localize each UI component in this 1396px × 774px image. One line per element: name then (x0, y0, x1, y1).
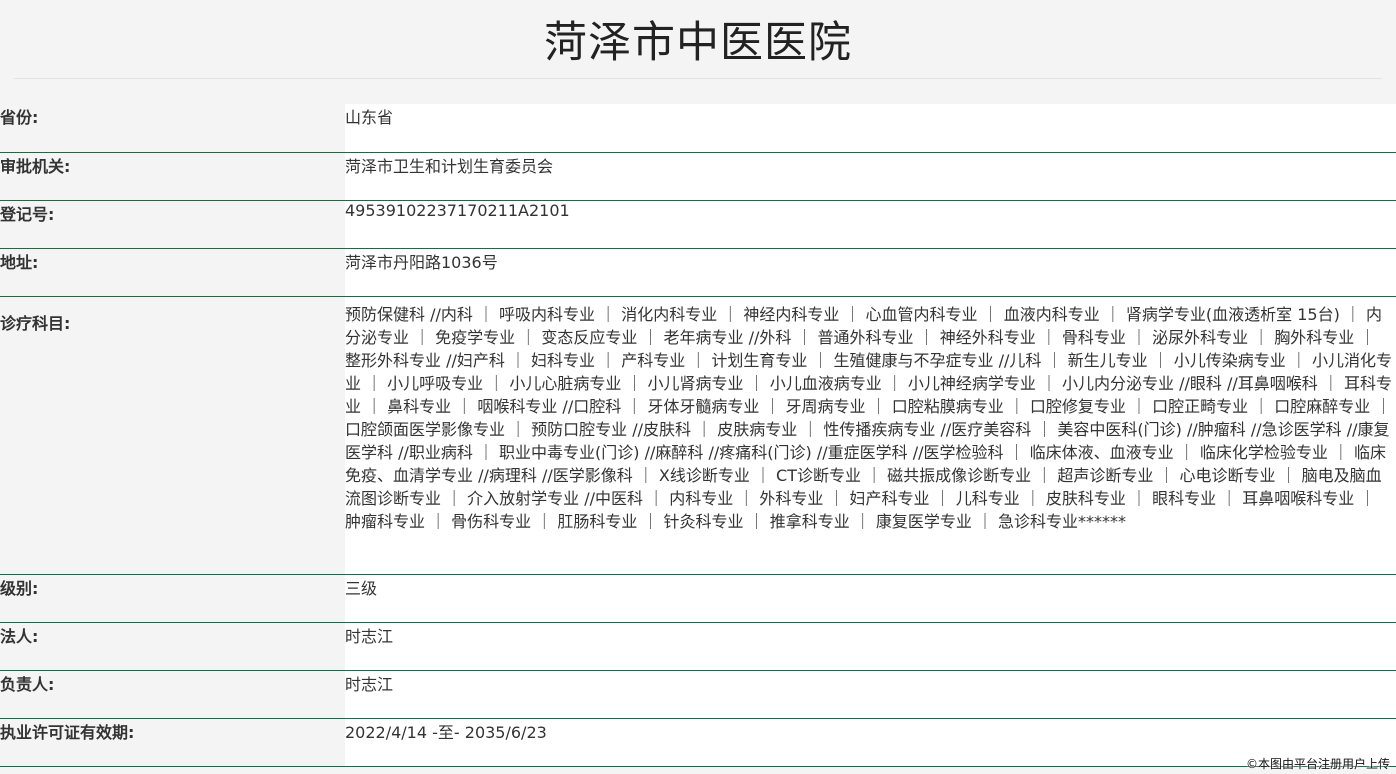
table-row: 诊疗科目: 预防保健科 //内科 ｜ 呼吸内科专业 ｜ 消化内科专业 ｜ 神经内… (0, 296, 1396, 575)
table-row: 执业许可证有效期: 2022/4/14 -至- 2035/6/23 (0, 718, 1396, 767)
field-label-license-validity: 执业许可证有效期: (0, 718, 345, 767)
page-header: 菏泽市中医医院 (14, 0, 1382, 79)
field-value-license-validity: 2022/4/14 -至- 2035/6/23 (345, 718, 1396, 767)
field-label-departments: 诊疗科目: (0, 296, 345, 575)
field-value-registration-number: 49539102237170211A2101 (345, 200, 1396, 249)
field-label-province: 省份: (0, 104, 345, 153)
table-row: 地址: 菏泽市丹阳路1036号 (0, 248, 1396, 297)
field-label-level: 级别: (0, 574, 345, 623)
field-value-person-in-charge: 时志江 (345, 670, 1396, 719)
field-value-legal-person: 时志江 (345, 622, 1396, 671)
field-value-approval-authority: 菏泽市卫生和计划生育委员会 (345, 152, 1396, 201)
field-value-level: 三级 (345, 574, 1396, 623)
field-value-address: 菏泽市丹阳路1036号 (345, 248, 1396, 297)
field-label-legal-person: 法人: (0, 622, 345, 671)
table-row: 省份: 山东省 (0, 104, 1396, 153)
table-row: 审批机关: 菏泽市卫生和计划生育委员会 (0, 152, 1396, 201)
table-row: 法人: 时志江 (0, 622, 1396, 671)
field-value-departments: 预防保健科 //内科 ｜ 呼吸内科专业 ｜ 消化内科专业 ｜ 神经内科专业 ｜ … (345, 296, 1396, 575)
info-table: 省份: 山东省 审批机关: 菏泽市卫生和计划生育委员会 登记号: 4953910… (0, 104, 1396, 767)
table-row: 负责人: 时志江 (0, 670, 1396, 719)
field-label-person-in-charge: 负责人: (0, 670, 345, 719)
field-label-address: 地址: (0, 248, 345, 297)
page-title: 菏泽市中医医院 (544, 18, 852, 68)
field-value-province: 山东省 (345, 104, 1396, 153)
table-row: 登记号: 49539102237170211A2101 (0, 200, 1396, 249)
field-label-approval-authority: 审批机关: (0, 152, 345, 201)
upload-watermark: ©本图由平台注册用户上传 (1245, 757, 1390, 771)
table-row: 级别: 三级 (0, 574, 1396, 623)
field-label-registration-number: 登记号: (0, 200, 345, 249)
